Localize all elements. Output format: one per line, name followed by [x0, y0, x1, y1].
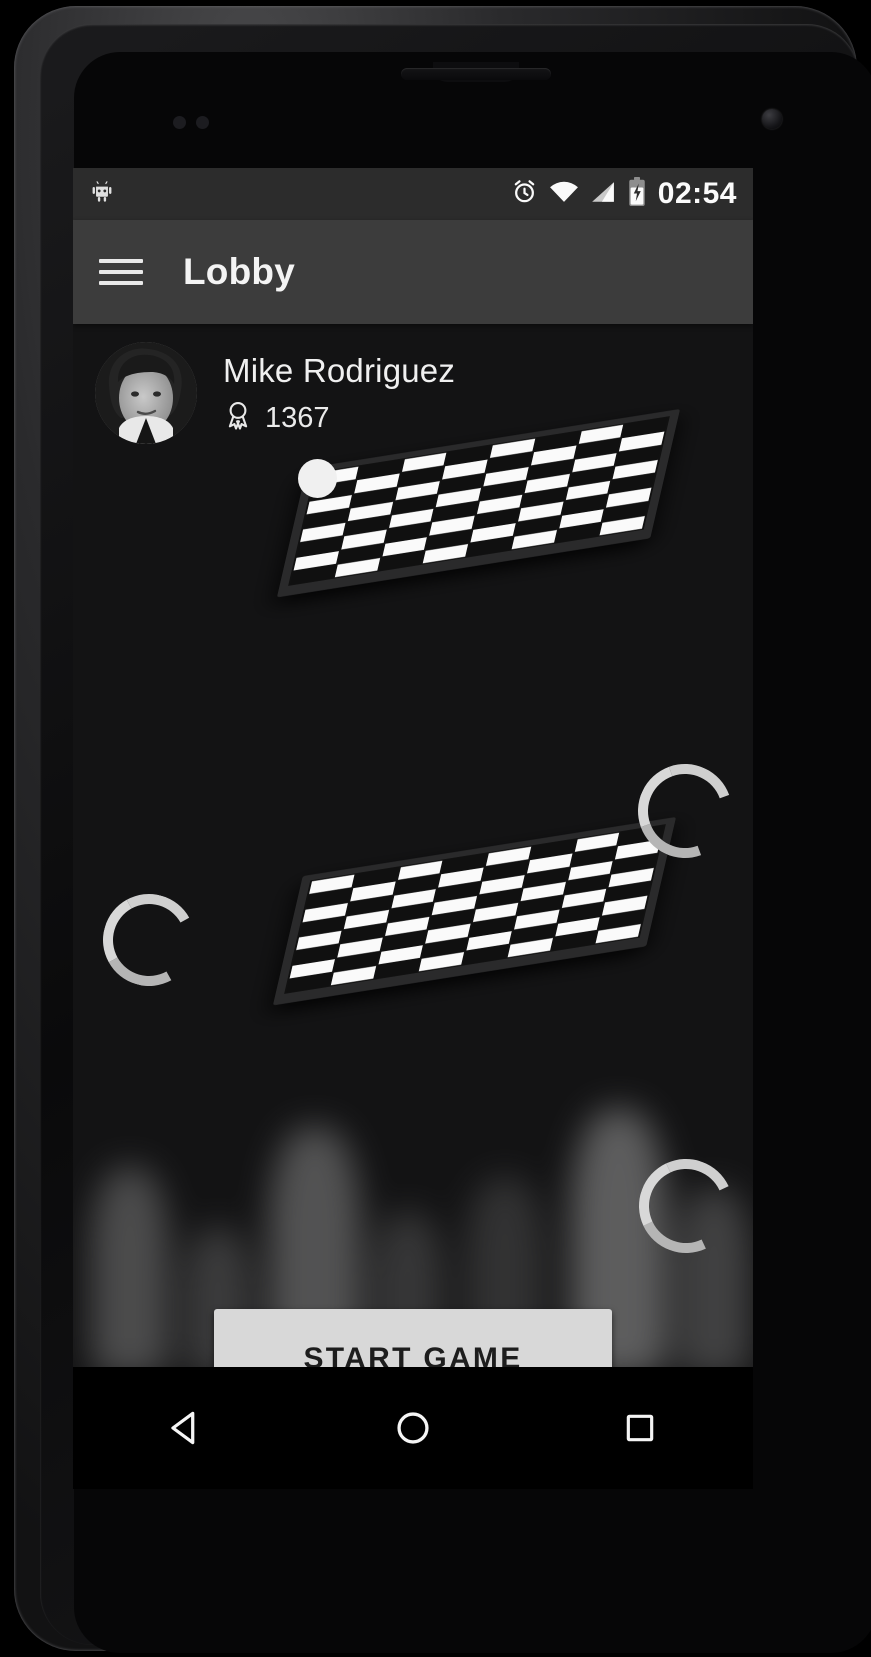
android-navigation-bar [73, 1367, 753, 1489]
wifi-icon [549, 180, 579, 209]
cell-signal-icon [590, 180, 616, 209]
white-piece-dot [298, 459, 337, 498]
alarm-clock-icon [511, 178, 538, 210]
battery-charging-icon [627, 176, 647, 212]
nav-back-button[interactable] [138, 1380, 234, 1476]
lobby-content: Mike Rodriguez 1367 START GAME [73, 324, 753, 1367]
app-bar: Lobby [73, 220, 753, 324]
page-title: Lobby [183, 251, 295, 292]
player-profile[interactable]: Mike Rodriguez 1367 [73, 324, 753, 444]
player-rating-row: 1367 [223, 400, 455, 437]
earpiece-speaker [400, 68, 551, 80]
status-bar: 02:54 [73, 168, 753, 220]
proximity-sensor-icon [173, 116, 186, 129]
chess-board-bottom[interactable] [272, 817, 677, 1006]
front-camera-icon [762, 109, 782, 129]
rosette-award-icon [223, 400, 253, 437]
menu-line-3 [99, 281, 143, 285]
start-game-button[interactable]: START GAME [214, 1309, 612, 1367]
loading-spinner-right-top [622, 748, 748, 874]
android-robot-icon [89, 179, 115, 210]
loading-spinner-right-bottom [625, 1145, 747, 1267]
light-sensor-icon [196, 116, 209, 129]
status-bar-clock: 02:54 [657, 177, 737, 210]
player-name: Mike Rodriguez [223, 352, 456, 389]
phone-screen: 02:54 Lobby Mike Rodriguez 1367 START GA… [73, 168, 753, 1367]
hamburger-menu-icon[interactable] [99, 248, 147, 296]
avatar [95, 342, 197, 444]
loading-spinner-left [92, 883, 206, 997]
menu-line-1 [99, 259, 143, 263]
status-bar-notifications [89, 179, 115, 210]
blurred-chess-pieces-background [73, 937, 753, 1367]
menu-line-2 [99, 270, 143, 274]
player-rating-value: 1367 [265, 402, 330, 434]
nav-recents-button[interactable] [592, 1380, 688, 1476]
nav-home-button[interactable] [365, 1380, 461, 1476]
profile-text-block: Mike Rodriguez 1367 [223, 342, 455, 437]
status-bar-system-icons: 02:54 [511, 176, 737, 212]
